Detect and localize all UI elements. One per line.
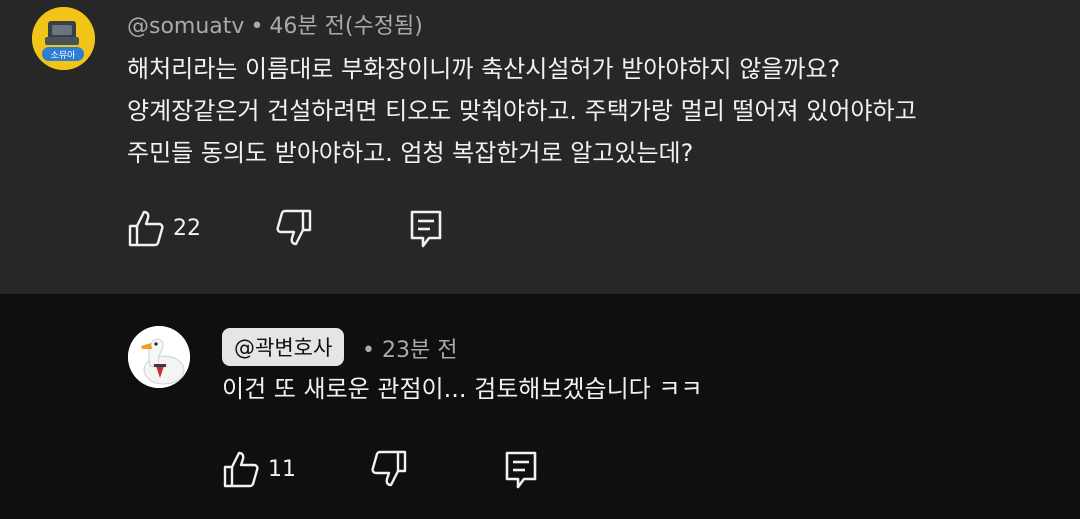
comment-line: 해처리라는 이름대로 부화장이니까 축산시설허가 받아야하지 않을까요? — [127, 55, 841, 83]
reply-comment-icon — [504, 449, 538, 489]
goose-avatar-image — [128, 326, 190, 388]
like-button[interactable]: 11 — [222, 449, 296, 489]
thumbs-down-icon — [370, 449, 408, 489]
dislike-button[interactable] — [275, 208, 313, 248]
comment-line: 주민들 동의도 받아야하고. 엄청 복잡한거로 알고있는데? — [127, 139, 694, 167]
reply-button[interactable] — [504, 449, 538, 489]
like-button[interactable]: 22 — [127, 208, 201, 248]
reply-button[interactable] — [409, 208, 443, 248]
avatar-image: 소뮤아 — [32, 7, 95, 70]
dislike-button[interactable] — [370, 449, 408, 489]
reply-time: 23분 전 — [381, 338, 458, 363]
comment-text: 해처리라는 이름대로 부화장이니까 축산시설허가 받아야하지 않을까요? 양계장… — [127, 48, 917, 174]
author-name[interactable]: @somuatv — [127, 14, 244, 39]
thumbs-up-icon — [127, 208, 165, 248]
reply-meta: • 23분 전 — [362, 332, 457, 364]
separator: • — [250, 14, 264, 39]
thumbs-up-icon — [222, 449, 260, 489]
like-count: 11 — [268, 456, 296, 482]
comment-line: 양계장같은거 건설하려면 티오도 맞춰야하고. 주택가랑 멀리 떨어져 있어야하… — [127, 97, 917, 125]
avatar[interactable]: 소뮤아 — [32, 7, 95, 70]
like-count: 22 — [173, 215, 201, 241]
avatar[interactable] — [128, 326, 190, 388]
author-chip[interactable]: @곽변호사 — [222, 328, 345, 366]
reply-comment: @곽변호사 • 23분 전 이건 또 새로운 관점이... 검토해보겠습니다 ㅋ… — [0, 294, 1080, 519]
separator: • — [362, 338, 375, 363]
comment-time: 46분 전(수정됨) — [269, 14, 423, 39]
reply-text: 이건 또 새로운 관점이... 검토해보겠습니다 ㅋㅋ — [222, 375, 703, 403]
thumbs-down-icon — [275, 208, 313, 248]
comment-meta: @somuatv • 46분 전(수정됨) — [127, 8, 423, 40]
reply-comment-icon — [409, 208, 443, 248]
comment-thread: 소뮤아 @somuatv • 46분 전(수정됨) 해처리라는 이름대로 부화장이니… — [0, 0, 1080, 294]
avatar-text: 소뮤아 — [51, 50, 77, 61]
